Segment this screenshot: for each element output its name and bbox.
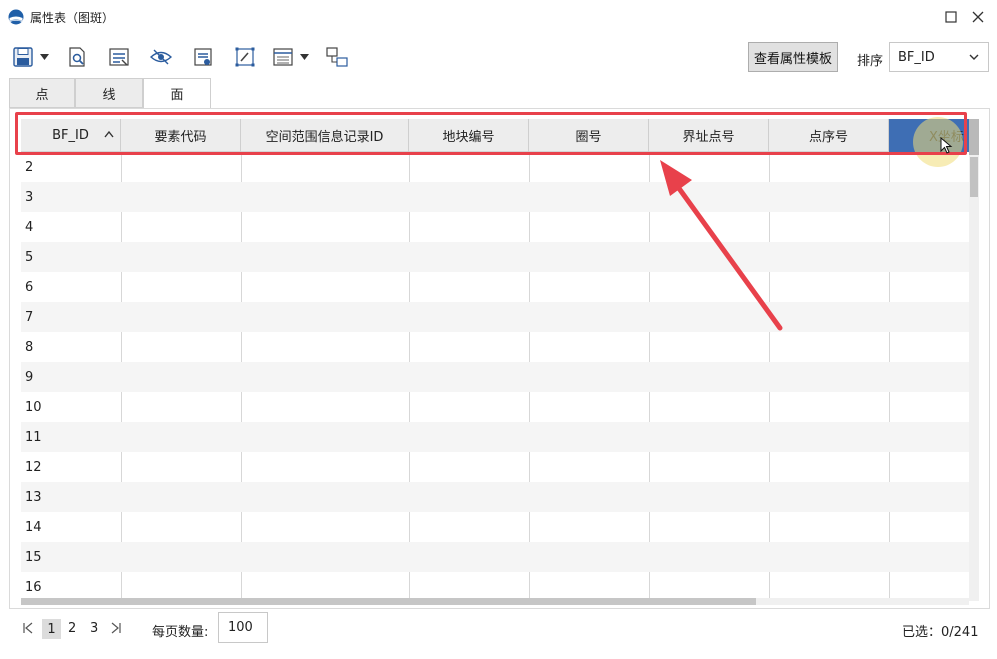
table-row[interactable]: 14 xyxy=(21,512,969,542)
row-id-cell: 4 xyxy=(25,220,34,235)
vertical-scrollbar[interactable] xyxy=(969,119,979,601)
mouse-pointer-icon xyxy=(940,137,953,154)
visibility-icon xyxy=(150,49,172,65)
edit-button[interactable] xyxy=(231,44,259,70)
maximize-icon xyxy=(945,11,957,23)
tab-line[interactable]: 线 xyxy=(75,78,143,108)
page-2-button[interactable]: 2 xyxy=(68,621,76,636)
row-id-cell: 5 xyxy=(25,250,34,265)
page-3-button[interactable]: 3 xyxy=(90,621,98,636)
page-1-button[interactable]: 1 xyxy=(42,619,61,639)
row-id-cell: 13 xyxy=(25,490,42,505)
zoom-to-icon xyxy=(69,47,85,67)
field-calc-button[interactable] xyxy=(105,44,133,70)
attribute-button[interactable] xyxy=(189,44,217,70)
visibility-button[interactable] xyxy=(147,44,175,70)
row-id-cell: 9 xyxy=(25,370,34,385)
sort-select-value: BF_ID xyxy=(898,49,935,65)
field-calc-icon xyxy=(109,48,129,66)
save-button[interactable] xyxy=(9,44,37,70)
row-id-cell: 3 xyxy=(25,190,34,205)
row-id-cell: 11 xyxy=(25,430,42,445)
pagination-bar: 1 2 3 每页数量: 100 已选：0/241 xyxy=(0,612,997,644)
save-icon xyxy=(13,47,33,67)
app-logo-icon xyxy=(8,9,24,25)
table-options-icon xyxy=(273,48,293,66)
window-title: 属性表（图斑） xyxy=(30,11,115,25)
caret-down-icon xyxy=(299,54,309,60)
vertical-scrollbar-thumb[interactable] xyxy=(970,157,978,197)
sort-select[interactable]: BF_ID xyxy=(889,42,989,72)
caret-down-icon xyxy=(39,54,49,60)
table-row[interactable]: 7 xyxy=(21,302,969,332)
sort-label: 排序 xyxy=(857,54,884,69)
row-id-cell: 15 xyxy=(25,550,42,565)
table-row[interactable]: 12 xyxy=(21,452,969,482)
table-row[interactable]: 15 xyxy=(21,542,969,572)
selected-count: 已选：0/241 xyxy=(902,625,979,640)
table-row[interactable]: 3 xyxy=(21,182,969,212)
header-highlight-box xyxy=(15,112,967,155)
toolbar xyxy=(0,33,997,79)
row-id-cell: 16 xyxy=(25,580,42,595)
edit-icon xyxy=(235,47,255,67)
first-page-icon[interactable] xyxy=(22,622,34,634)
table-options-button[interactable] xyxy=(269,44,297,70)
table-row[interactable]: 13 xyxy=(21,482,969,512)
save-dropdown-caret[interactable] xyxy=(39,53,49,61)
table-row[interactable]: 10 xyxy=(21,392,969,422)
page-size-label: 每页数量: xyxy=(152,625,209,640)
row-id-cell: 7 xyxy=(25,310,34,325)
view-attribute-template-button[interactable]: 查看属性模板 xyxy=(748,42,838,72)
close-button[interactable] xyxy=(965,5,991,29)
chevron-down-icon xyxy=(969,54,979,60)
table-row[interactable]: 11 xyxy=(21,422,969,452)
row-id-cell: 14 xyxy=(25,520,42,535)
last-page-icon[interactable] xyxy=(110,622,122,634)
horizontal-scrollbar[interactable] xyxy=(21,598,969,605)
close-icon xyxy=(972,11,984,23)
attribute-icon xyxy=(194,48,212,66)
page-size-input[interactable]: 100 xyxy=(218,612,268,643)
row-id-cell: 8 xyxy=(25,340,34,355)
title-bar: 属性表（图斑） xyxy=(0,0,997,33)
table-row[interactable]: 4 xyxy=(21,212,969,242)
attribute-grid: BF_ID 要素代码 空间范围信息记录ID 地块编号 圈号 界址点号 点序号 X… xyxy=(21,119,969,601)
table-row[interactable]: 8 xyxy=(21,332,969,362)
row-id-cell: 10 xyxy=(25,400,42,415)
row-id-cell: 2 xyxy=(25,160,34,175)
attribute-table-panel: BF_ID 要素代码 空间范围信息记录ID 地块编号 圈号 界址点号 点序号 X… xyxy=(9,108,990,609)
table-row[interactable]: 5 xyxy=(21,242,969,272)
tab-polygon[interactable]: 面 xyxy=(143,78,211,109)
table-row[interactable]: 9 xyxy=(21,362,969,392)
row-id-cell: 12 xyxy=(25,460,42,475)
row-id-cell: 6 xyxy=(25,280,34,295)
table-options-caret[interactable] xyxy=(299,53,309,61)
scrollbar-header-block xyxy=(969,119,979,155)
table-row[interactable]: 6 xyxy=(21,272,969,302)
table-row[interactable]: 2 xyxy=(21,152,969,182)
tab-point[interactable]: 点 xyxy=(9,78,75,108)
horizontal-scrollbar-thumb[interactable] xyxy=(21,598,756,605)
zoom-to-button[interactable] xyxy=(63,44,91,70)
relate-icon xyxy=(326,47,348,67)
table-row[interactable]: 16 xyxy=(21,572,969,601)
relate-button[interactable] xyxy=(323,44,351,70)
maximize-button[interactable] xyxy=(938,5,964,29)
